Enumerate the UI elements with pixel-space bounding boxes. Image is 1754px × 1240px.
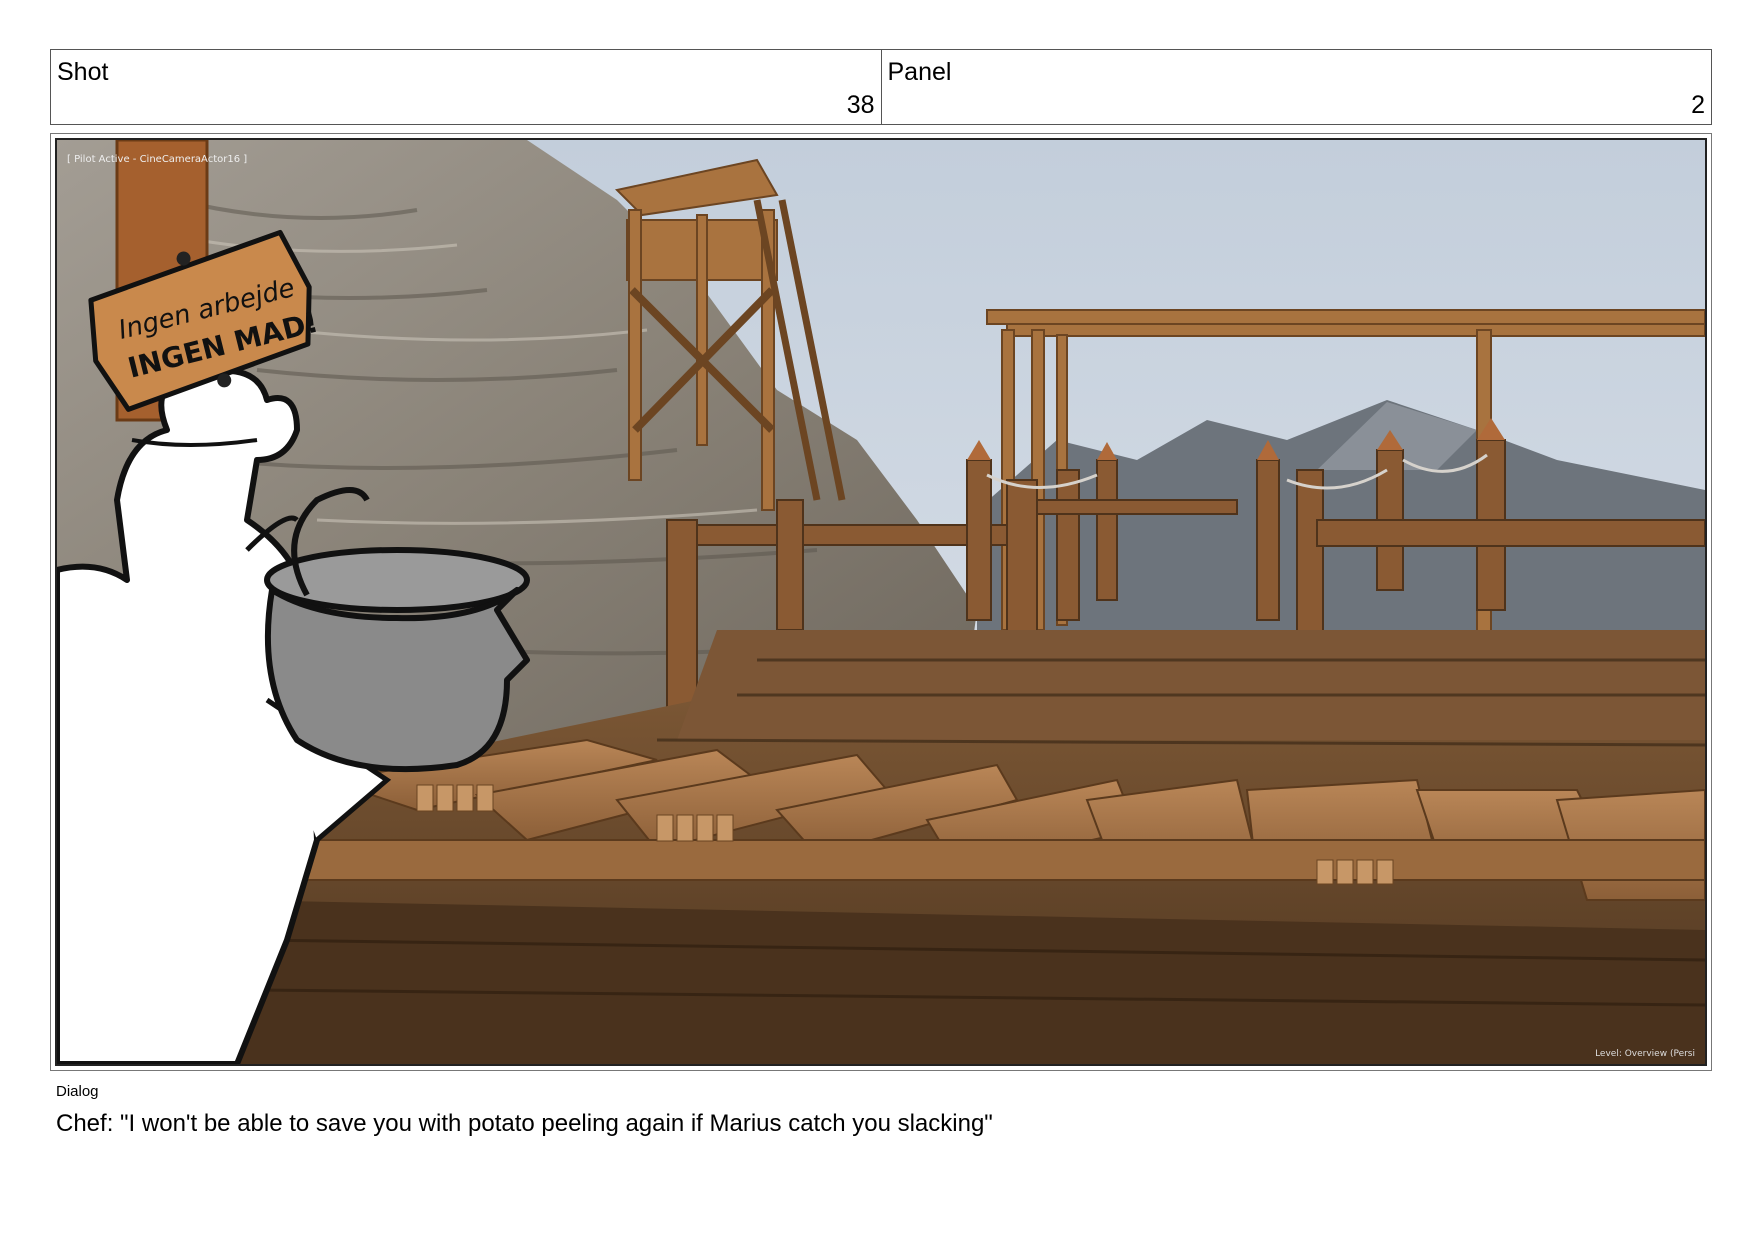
- shot-number: 38: [846, 91, 875, 119]
- storyboard-image: Ingen arbejde INGEN MAD! [ Pilot Active …: [55, 138, 1707, 1066]
- shot-cell: Shot 38: [51, 50, 881, 124]
- panel-number: 2: [1691, 91, 1705, 119]
- shot-panel-header: Shot 38 Panel 2: [50, 49, 1712, 125]
- panel-cell: Panel 2: [880, 50, 1712, 124]
- panel-label: Panel: [887, 58, 952, 86]
- shot-label: Shot: [57, 58, 109, 86]
- viewport-level: Level: Overview (Persi: [1595, 1049, 1695, 1059]
- dialog-text: Chef: "I won't be able to save you with …: [56, 1110, 993, 1137]
- storyboard-frame: Ingen arbejde INGEN MAD! [ Pilot Active …: [50, 133, 1712, 1071]
- dialog-label: Dialog: [56, 1083, 99, 1100]
- scene-illustration: Ingen arbejde INGEN MAD! [ Pilot Active …: [57, 140, 1705, 1064]
- viewport-tag: [ Pilot Active - CineCameraActor16 ]: [67, 154, 247, 165]
